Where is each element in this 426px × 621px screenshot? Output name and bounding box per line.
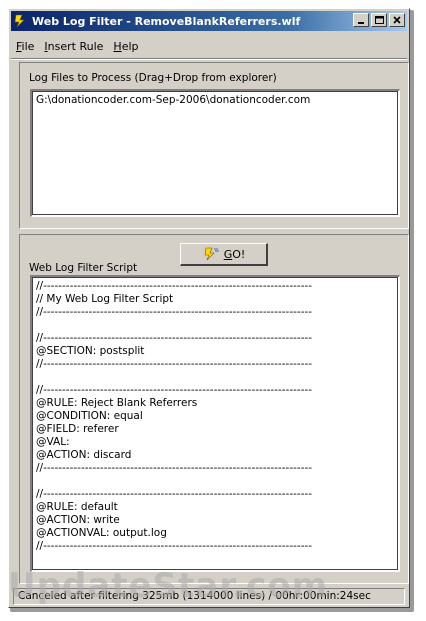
script-line: @RULE: default <box>36 501 118 513</box>
main-window: Web Log Filter - RemoveBlankReferrers.wl… <box>8 8 410 608</box>
go-lightning-icon <box>204 247 219 261</box>
script-line <box>36 371 395 384</box>
script-line: //--------------------------------------… <box>36 384 313 396</box>
log-file-item[interactable]: G:\donationcoder.com-Sep-2006\donationco… <box>36 94 395 106</box>
script-panel: G O! Web Log Filter Script //------------… <box>19 234 409 584</box>
script-line: @VAL: <box>36 436 70 448</box>
minimize-icon <box>358 22 364 24</box>
script-editor[interactable]: //--------------------------------------… <box>30 275 400 572</box>
watermark-text: UpdateStar.com <box>8 566 328 606</box>
minimize-button[interactable] <box>353 13 369 27</box>
menu-bar: File Insert Rule Help <box>11 37 144 55</box>
menu-help[interactable]: Help <box>108 40 143 53</box>
script-line: @ACTION: discard <box>36 449 132 461</box>
go-button-label: O! <box>232 247 246 261</box>
log-files-list[interactable]: G:\donationcoder.com-Sep-2006\donationco… <box>30 89 400 217</box>
close-button[interactable] <box>389 13 405 27</box>
menu-separator <box>11 58 407 60</box>
go-button-accel: G <box>223 247 233 261</box>
script-line: //--------------------------------------… <box>36 280 313 292</box>
script-line: //--------------------------------------… <box>36 540 313 552</box>
maximize-button[interactable] <box>371 13 387 27</box>
script-line <box>36 319 395 332</box>
app-lightning-icon <box>14 14 28 28</box>
title-bar[interactable]: Web Log Filter - RemoveBlankReferrers.wl… <box>11 11 407 31</box>
script-line: @CONDITION: equal <box>36 410 143 422</box>
script-line: @SECTION: postsplit <box>36 345 145 357</box>
script-line: @FIELD: referer <box>36 423 119 435</box>
close-icon <box>393 16 401 24</box>
menu-file[interactable]: File <box>11 40 39 53</box>
go-button[interactable]: G O! <box>180 243 268 266</box>
script-line: // My Web Log Filter Script <box>36 293 174 305</box>
maximize-icon <box>374 16 384 24</box>
script-line: //--------------------------------------… <box>36 358 313 370</box>
script-line: //--------------------------------------… <box>36 332 313 344</box>
script-line <box>36 475 395 488</box>
script-line: //--------------------------------------… <box>36 462 313 474</box>
menu-file-label: ile <box>21 39 35 53</box>
menu-help-accel: H <box>113 39 122 53</box>
window-title: Web Log Filter - RemoveBlankReferrers.wl… <box>32 14 301 28</box>
menu-insert-rule-label: nsert Rule <box>47 39 104 53</box>
log-files-label: Log Files to Process (Drag+Drop from exp… <box>29 72 277 84</box>
script-line: @ACTION: write <box>36 514 120 526</box>
script-label: Web Log Filter Script <box>29 262 138 274</box>
script-line: //--------------------------------------… <box>36 488 313 500</box>
script-line: @ACTIONVAL: output.log <box>36 527 167 539</box>
script-line: @RULE: Reject Blank Referrers <box>36 397 198 409</box>
menu-help-label: elp <box>121 39 139 53</box>
log-files-panel: Log Files to Process (Drag+Drop from exp… <box>19 62 409 229</box>
menu-insert-rule[interactable]: Insert Rule <box>39 40 108 53</box>
script-line: //--------------------------------------… <box>36 306 313 318</box>
